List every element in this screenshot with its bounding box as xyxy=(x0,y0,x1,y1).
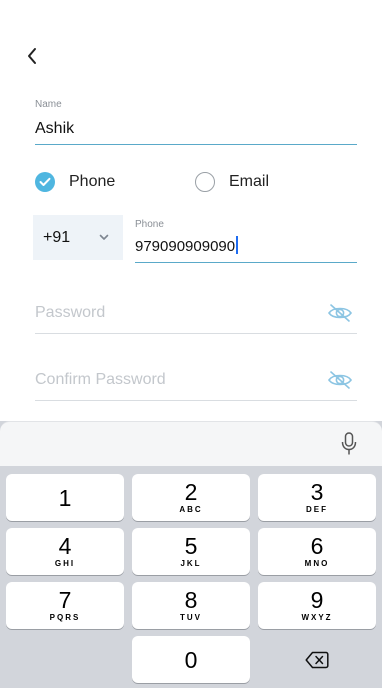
key-0[interactable]: 0 xyxy=(132,636,250,683)
key-3[interactable]: 3 DEF xyxy=(258,474,376,521)
eye-off-icon[interactable] xyxy=(327,303,353,323)
key-1[interactable]: 1 xyxy=(6,474,124,521)
key-digit: 0 xyxy=(184,646,198,673)
key-7[interactable]: 7 PQRS xyxy=(6,582,124,629)
key-digit: 4 xyxy=(58,533,72,559)
phone-input[interactable]: 979090909090 xyxy=(135,236,239,255)
key-9[interactable]: 9 WXYZ xyxy=(258,582,376,629)
key-6[interactable]: 6 MNO xyxy=(258,528,376,575)
radio-checked xyxy=(35,172,55,192)
confirm-password-input[interactable]: Confirm Password xyxy=(35,371,166,389)
radio-unchecked xyxy=(195,172,215,192)
country-code-value: +91 xyxy=(43,228,71,246)
radio-phone-label: Phone xyxy=(69,173,116,190)
name-label: Name xyxy=(35,99,62,110)
text-cursor xyxy=(236,236,239,254)
name-input[interactable]: Ashik xyxy=(35,120,74,138)
key-4[interactable]: 4 GHI xyxy=(6,528,124,575)
radio-phone[interactable]: Phone xyxy=(35,172,115,192)
delete-key[interactable] xyxy=(258,636,376,683)
key-2[interactable]: 2 ABC xyxy=(132,474,250,521)
phone-value: 979090909090 xyxy=(135,238,236,255)
phone-underline xyxy=(135,262,357,263)
backspace-icon xyxy=(305,651,329,668)
key-letters: PQRS xyxy=(49,613,81,622)
radio-email[interactable]: Email xyxy=(195,172,269,192)
key-letters: TUV xyxy=(180,613,202,622)
keyboard-toolbar xyxy=(0,421,382,466)
key-digit: 9 xyxy=(310,587,324,613)
password-underline xyxy=(35,333,357,334)
microphone-icon[interactable] xyxy=(341,432,357,456)
key-digit: 8 xyxy=(184,587,198,613)
key-blank xyxy=(6,636,124,683)
eye-off-icon[interactable] xyxy=(327,370,353,390)
key-letters: WXYZ xyxy=(301,613,333,622)
numeric-keyboard: 1 2 ABC 3 DEF 4 GHI 5 JKL 6 MNO 7 PQRS 8… xyxy=(0,421,382,688)
country-code-select[interactable]: +91 xyxy=(33,215,123,260)
key-digit: 1 xyxy=(58,484,72,511)
key-letters: ABC xyxy=(179,505,203,514)
check-icon xyxy=(39,177,51,186)
key-digit: 5 xyxy=(184,533,198,559)
key-letters: DEF xyxy=(306,505,328,514)
key-letters: GHI xyxy=(54,559,76,568)
confirm-password-underline xyxy=(35,400,357,401)
name-underline xyxy=(35,144,357,145)
key-8[interactable]: 8 TUV xyxy=(132,582,250,629)
key-digit: 7 xyxy=(58,587,72,613)
key-letters: JKL xyxy=(180,559,202,568)
radio-email-label: Email xyxy=(229,173,270,190)
key-digit: 3 xyxy=(310,479,324,505)
chevron-down-icon xyxy=(99,234,109,240)
key-letters: MNO xyxy=(304,559,330,568)
key-digit: 6 xyxy=(310,533,324,559)
chevron-left-icon xyxy=(28,48,36,64)
phone-label: Phone xyxy=(135,219,164,230)
password-input[interactable]: Password xyxy=(35,304,105,322)
key-digit: 2 xyxy=(184,479,198,505)
key-5[interactable]: 5 JKL xyxy=(132,528,250,575)
back-button[interactable] xyxy=(26,46,42,68)
